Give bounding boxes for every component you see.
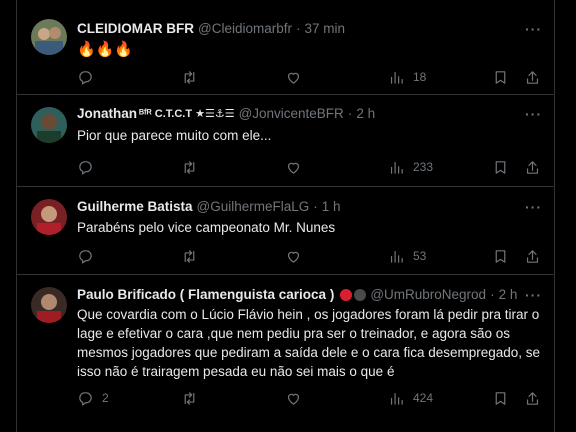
author-handle[interactable]: @UmRubroNegrod (370, 286, 486, 304)
views-button[interactable]: 424 (388, 388, 433, 408)
author-handle[interactable]: @Cleidiomarbfr (198, 20, 292, 38)
reply-icon (79, 249, 92, 263)
like-icon (287, 251, 300, 263)
author-name[interactable]: CLEIDIOMAR BFR (77, 20, 194, 38)
reply-button[interactable] (77, 246, 102, 266)
red-circle-icon (340, 289, 353, 301)
views-icon (390, 392, 403, 405)
bookmark-icon (495, 249, 506, 263)
views-button[interactable]: 18 (388, 67, 426, 87)
retweet-button[interactable] (181, 388, 206, 408)
share-button[interactable] (524, 67, 541, 87)
like-button[interactable] (285, 388, 310, 408)
tweet-actions: 233 (77, 157, 542, 177)
retweet-button[interactable] (181, 246, 206, 266)
bookmark-button[interactable] (492, 67, 509, 87)
more-options-icon[interactable]: ··· (525, 198, 542, 216)
timestamp[interactable]: 2 h (499, 286, 518, 304)
tweet-text: Pior que parece muito com ele... (77, 128, 272, 143)
tweet-text: 🔥🔥🔥 (77, 41, 134, 58)
tweet[interactable]: Guilherme Batista @GuilhermeFlaLG · 1 h … (17, 187, 554, 275)
retweet-button[interactable] (181, 157, 206, 177)
retweet-icon (184, 70, 195, 84)
separator-dot: · (347, 106, 353, 121)
share-button[interactable] (524, 246, 541, 266)
views-count: 233 (413, 160, 434, 174)
author-name[interactable]: Jonathan (77, 105, 137, 123)
avatar[interactable] (31, 19, 67, 55)
tweet-header: Jonathan ᴮᶠᴿ C.T.C.T ★☰⚓☰ @JonvicenteBFR… (77, 105, 542, 123)
retweet-button[interactable] (181, 67, 206, 87)
reply-button[interactable] (77, 67, 102, 87)
share-icon (526, 249, 539, 263)
separator-dot: · (295, 21, 301, 36)
reply-icon (79, 70, 92, 84)
bookmark-icon (495, 391, 506, 405)
timestamp[interactable]: 37 min (304, 20, 345, 38)
views-count: 424 (413, 391, 434, 405)
tweet-actions: 18 (77, 67, 542, 87)
tweet-text: Parabéns pelo vice campeonato Mr. Nunes (77, 220, 336, 235)
reply-icon (79, 391, 92, 405)
share-button[interactable] (524, 157, 541, 177)
author-handle[interactable]: @JonvicenteBFR (239, 105, 344, 123)
views-count: 53 (413, 249, 427, 263)
more-options-icon[interactable]: ··· (525, 105, 542, 123)
retweet-icon (184, 249, 195, 263)
views-icon (390, 250, 403, 263)
views-button[interactable]: 233 (388, 157, 433, 177)
tweet-actions: 2 424 (77, 388, 542, 408)
avatar[interactable] (31, 287, 67, 323)
author-name-badges: ᴮᶠᴿ C.T.C.T ★☰⚓☰ (139, 108, 235, 120)
like-icon (287, 162, 300, 174)
like-button[interactable] (285, 246, 310, 266)
timestamp[interactable]: 1 h (322, 198, 341, 216)
like-icon (287, 72, 300, 84)
tweet[interactable]: CLEIDIOMAR BFR @Cleidiomarbfr · 37 min ·… (17, 0, 554, 95)
bookmark-button[interactable] (492, 246, 509, 266)
retweet-icon (184, 391, 195, 405)
bookmark-icon (495, 160, 506, 174)
like-button[interactable] (285, 67, 310, 87)
dark-circle-icon (354, 289, 367, 301)
tweet-text: Que covardia com o Lúcio Flávio hein , o… (77, 307, 541, 379)
bookmark-button[interactable] (492, 157, 509, 177)
share-button[interactable] (524, 388, 541, 408)
tweet-actions: 53 (77, 246, 542, 266)
views-icon (390, 71, 403, 84)
tweet-header: Paulo Brificado ( Flamenguista carioca )… (77, 286, 542, 304)
tweet-header: CLEIDIOMAR BFR @Cleidiomarbfr · 37 min (77, 20, 542, 38)
avatar[interactable] (31, 107, 67, 143)
more-options-icon[interactable]: ··· (525, 20, 542, 38)
share-icon (526, 160, 539, 174)
reply-feed: CLEIDIOMAR BFR @Cleidiomarbfr · 37 min ·… (16, 0, 555, 432)
author-name[interactable]: Paulo Brificado ( Flamenguista carioca ) (77, 286, 334, 304)
author-handle[interactable]: @GuilhermeFlaLG (197, 198, 310, 216)
like-icon (287, 393, 300, 405)
reply-count: 2 (102, 391, 109, 405)
tweet-header: Guilherme Batista @GuilhermeFlaLG · 1 h (77, 198, 542, 216)
views-icon (390, 161, 403, 174)
bookmark-button[interactable] (492, 388, 509, 408)
views-button[interactable]: 53 (388, 246, 426, 266)
more-options-icon[interactable]: ··· (525, 286, 542, 304)
separator-dot: · (490, 287, 495, 302)
tweet[interactable]: Paulo Brificado ( Flamenguista carioca )… (17, 275, 554, 432)
tweet[interactable]: Jonathan ᴮᶠᴿ C.T.C.T ★☰⚓☰ @JonvicenteBFR… (17, 95, 554, 187)
reply-icon (79, 160, 92, 174)
avatar[interactable] (31, 199, 67, 235)
timestamp[interactable]: 2 h (356, 105, 375, 123)
reply-button[interactable]: 2 (77, 388, 109, 408)
retweet-icon (184, 160, 195, 174)
like-button[interactable] (285, 157, 310, 177)
share-icon (526, 391, 539, 405)
views-count: 18 (413, 70, 427, 84)
reply-button[interactable] (77, 157, 102, 177)
separator-dot: · (313, 199, 318, 214)
bookmark-icon (495, 70, 506, 84)
author-name[interactable]: Guilherme Batista (77, 198, 193, 216)
share-icon (526, 70, 539, 84)
